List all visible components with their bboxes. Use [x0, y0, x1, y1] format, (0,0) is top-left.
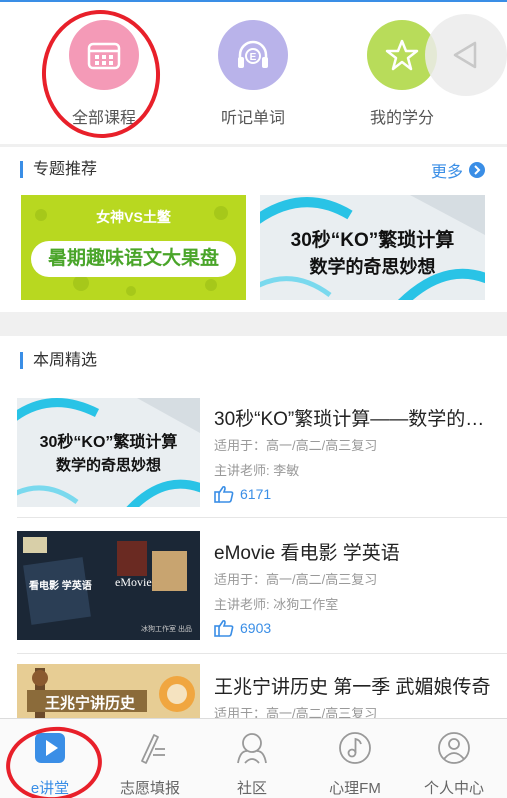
likes-count: 6171: [240, 486, 272, 502]
nav-label: 个人中心: [423, 780, 484, 797]
course-applies: 适用于：高一/高二/高三复习: [214, 572, 378, 587]
course-thumbnail: 30秒“KO”繁琐计算 数学的奇思妙想: [17, 398, 200, 507]
course-applies: 适用于：高一/高二/高三复习: [214, 438, 378, 453]
bottom-nav: e讲堂 志愿填报 社区 心理FM 个人中心: [0, 718, 507, 798]
course-thumbnail: 看电影 学英语 eMovie 冰狗工作室 出品: [17, 531, 200, 640]
course-title: 王兆宁讲历史 第一季 武媚娘传奇: [214, 677, 491, 698]
community-icon: [202, 729, 302, 767]
thumb-line2: eMovie: [115, 575, 152, 589]
course-teacher: 主讲老师: 冰狗工作室: [214, 597, 339, 612]
thumb-line1: 王兆宁讲历史: [45, 695, 136, 712]
course-title: eMovie 看电影 学英语: [214, 543, 400, 564]
topics-section-title: 专题推荐: [20, 161, 97, 178]
course-likes: 6171: [214, 485, 271, 503]
pen-icon: [100, 729, 200, 767]
banner-title: 暑期趣味语文大果盘: [31, 241, 236, 277]
course-item[interactable]: 30秒“KO”繁琐计算 数学的奇思妙想 30秒“KO”繁琐计算——数学的奇思妙想…: [0, 384, 507, 512]
nav-label: 志愿填报: [119, 780, 180, 797]
listen-words-label: 听记单词: [220, 110, 285, 127]
thumb-line2: 数学的奇思妙想: [55, 457, 161, 474]
nav-psych-fm[interactable]: 心理FM: [305, 729, 405, 798]
course-teacher: 主讲老师: 李敏: [214, 463, 300, 478]
section-divider: [0, 144, 507, 147]
course-likes: 6903: [214, 619, 271, 637]
chevron-right-icon: [469, 162, 485, 178]
weekly-section-title: 本周精选: [20, 352, 97, 369]
thumbs-up-icon: [214, 619, 234, 637]
thumb-line1: 30秒“KO”繁琐计算: [39, 434, 178, 451]
nav-volunteer[interactable]: 志愿填报: [100, 729, 200, 798]
course-item[interactable]: 王兆宁讲历史 王兆宁讲历史 第一季 武媚娘传奇 适用于：高一/高二/高三复习: [0, 654, 507, 718]
nav-profile[interactable]: 个人中心: [404, 729, 504, 798]
course-applies: 适用于：高一/高二/高三复习: [214, 706, 378, 718]
course-item[interactable]: 看电影 学英语 eMovie 冰狗工作室 出品 eMovie 看电影 学英语 适…: [0, 518, 507, 650]
quick-entry-bar: 全部课程 E 听记单词 我的学分: [0, 2, 507, 144]
topic-banner-chinese[interactable]: 女神VS土鳖 暑期趣味语文大果盘: [21, 195, 246, 300]
nav-label: 心理FM: [329, 780, 381, 797]
banner-subtitle: 女神VS土鳖: [96, 209, 171, 225]
user-icon: [404, 729, 504, 767]
more-link[interactable]: 更多: [431, 158, 485, 182]
thumb-line1: 看电影 学英语: [29, 581, 92, 592]
banner-title-line1: 30秒“KO”繁琐计算: [290, 230, 455, 251]
likes-count: 6903: [240, 620, 272, 636]
listen-words-entry[interactable]: E 听记单词: [193, 20, 313, 128]
course-title: 30秒“KO”繁琐计算——数学的奇思妙想: [214, 409, 494, 430]
music-note-icon: [305, 729, 405, 767]
section-divider: [0, 312, 507, 336]
thumbs-up-icon: [214, 485, 234, 503]
more-label: 更多: [430, 164, 463, 181]
course-thumbnail: 王兆宁讲历史: [17, 664, 200, 718]
svg-text:E: E: [250, 52, 257, 63]
topic-banner-math[interactable]: 30秒“KO”繁琐计算 数学的奇思妙想: [260, 195, 485, 300]
headphones-icon: E: [218, 20, 288, 90]
nav-community[interactable]: 社区: [202, 729, 302, 798]
back-triangle-icon: [453, 41, 477, 69]
nav-label: 社区: [236, 780, 267, 797]
banner-title-line2: 数学的奇思妙想: [309, 257, 436, 277]
thumb-credit: 冰狗工作室 出品: [141, 626, 192, 633]
my-credits-label: 我的学分: [369, 110, 434, 127]
back-button[interactable]: [425, 14, 507, 96]
